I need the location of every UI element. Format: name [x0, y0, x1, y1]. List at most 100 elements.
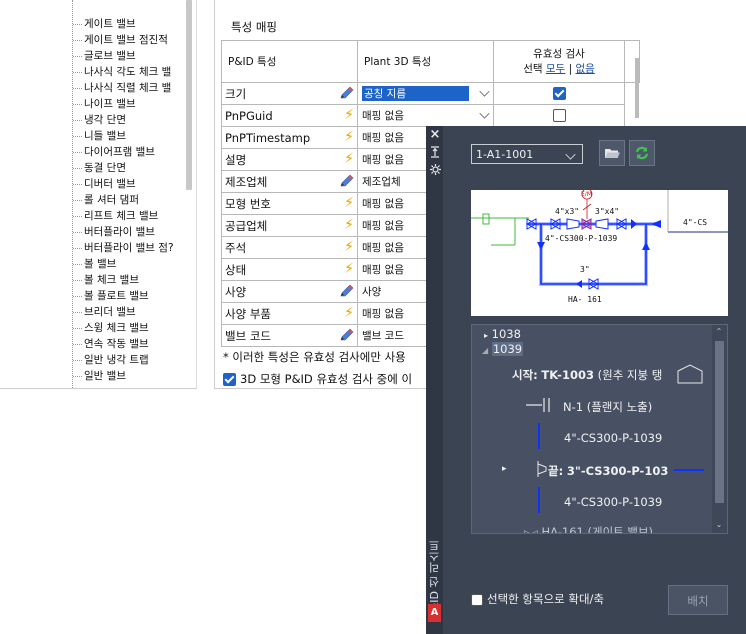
flow-arrow-icon: [537, 242, 545, 250]
panel-title: 특성 매핑: [231, 20, 277, 34]
scroll-thumb[interactable]: [715, 341, 724, 503]
list-scrollbar[interactable]: ⌃ ⌄: [712, 325, 727, 533]
valve-tag-label: HA- 161: [568, 295, 602, 304]
refresh-icon: [635, 146, 649, 160]
zoom-to-selection-option[interactable]: 선택한 항목으로 확대/축: [471, 591, 604, 607]
tank-icon: [677, 364, 703, 384]
validation-option-checkbox[interactable]: [223, 373, 236, 386]
tree-item[interactable]: 디버터 밸브: [73, 176, 136, 192]
table-scrollbar[interactable]: [635, 58, 639, 118]
flange-row[interactable]: N-1 (플랜지 노출): [563, 399, 652, 415]
autohide-icon[interactable]: [429, 146, 441, 161]
validation-checkbox[interactable]: [552, 87, 566, 101]
tree-item[interactable]: 버터플라이 밸브: [73, 224, 155, 240]
flow-arrow-icon: [576, 280, 582, 288]
flange-icon: [526, 398, 550, 412]
pid-property-label: PnPTimestamp: [225, 130, 311, 145]
tree-item[interactable]: 스윙 체크 밸브: [73, 320, 149, 336]
tree-item[interactable]: 볼 플로트 밸브: [73, 288, 149, 304]
scroll-up-icon[interactable]: ⌃: [714, 328, 724, 336]
lightning-icon: ⚡: [344, 129, 354, 145]
symbol-tree: 게이트 밸브 게이트 밸브 점진적 글로브 밸브 나사식 각도 체크 밸 나사식 직렬 …: [0, 0, 197, 389]
reducer-symbol: [566, 218, 580, 230]
tree-item[interactable]: 나사식 각도 체크 밸: [72, 64, 171, 80]
plant3d-property-value: 매핑 없음: [362, 308, 404, 320]
select-all-link[interactable]: 모두: [546, 63, 565, 75]
plant3d-property-value: 매핑 없음: [362, 264, 404, 276]
end-label: 끝:: [548, 464, 564, 478]
tree-item[interactable]: 다이어프램 밸브: [73, 144, 155, 160]
tree-item[interactable]: 동결 단면: [73, 160, 126, 176]
zoom-to-selection-label: 선택한 항목으로 확대/축: [487, 592, 604, 606]
column-header-plant3d: Plant 3D 특성: [357, 40, 494, 83]
plant3d-property-cell[interactable]: 공칭 지름: [357, 82, 494, 105]
pid-property-cell: 공급업체 ⚡: [221, 214, 358, 237]
end-value: 3"-CS300-P-103: [566, 464, 669, 478]
lightning-icon: ⚡: [344, 217, 354, 233]
line-number-combo[interactable]: 1-A1-1001: [471, 144, 583, 164]
line-list[interactable]: ▸ 1038 ◢ 1039 시작: TK-1003 (원추 지붕 탱 N-1 (…: [471, 324, 728, 534]
expand-arrow-icon[interactable]: ▸: [502, 464, 507, 474]
select-none-link[interactable]: 없음: [575, 63, 594, 75]
separator: |: [568, 62, 573, 75]
pid-property-label: PnPGuid: [225, 108, 273, 123]
pencil-icon: [340, 86, 354, 99]
tree-item[interactable]: 나이프 밸브: [73, 96, 136, 112]
tree-item[interactable]: 냉각 단면: [73, 112, 126, 128]
list-item-selected[interactable]: ◢ 1039: [482, 342, 524, 356]
table-row[interactable]: PnPGuid ⚡ 매핑 없음: [221, 104, 640, 127]
close-icon[interactable]: ×: [429, 128, 441, 141]
plant3d-property-value: 매핑 없음: [362, 198, 404, 210]
palette-titlebar[interactable]: × P&ID 선 리스트 A: [426, 126, 443, 634]
segment-row[interactable]: 4"-CS300-P-1039: [564, 431, 662, 445]
lightning-icon: ⚡: [344, 151, 354, 167]
validation-cell[interactable]: [493, 104, 625, 127]
list-item[interactable]: ▸ 1038: [484, 327, 521, 341]
tree-item[interactable]: 나사식 직렬 체크 밸: [72, 80, 171, 96]
tree-item[interactable]: 버터플라이 밸브 점?: [73, 240, 174, 256]
list-item-label: 1038: [491, 327, 521, 341]
end-row[interactable]: 끝: 3"-CS300-P-103: [548, 463, 668, 479]
chevron-down-icon[interactable]: [479, 86, 490, 97]
tree-item[interactable]: 게이트 밸브: [73, 16, 136, 32]
start-row[interactable]: 시작: TK-1003 (원추 지붕 탱: [512, 367, 662, 383]
pid-property-cell: 크기: [221, 82, 358, 105]
refresh-button[interactable]: [629, 140, 655, 166]
plant3d-property-cell[interactable]: 매핑 없음: [357, 104, 494, 127]
open-folder-button[interactable]: [599, 140, 625, 166]
tree-item[interactable]: 니들 밸브: [73, 128, 126, 144]
preview-green-box: [482, 213, 490, 225]
pid-property-cell: 주석 ⚡: [221, 236, 358, 259]
tree-scrollbar[interactable]: [186, 0, 192, 190]
segment-row[interactable]: 4"-CS300-P-1039: [564, 495, 662, 509]
tree-item[interactable]: 일반 밸브: [73, 368, 126, 384]
pid-line-list-palette: × P&ID 선 리스트 A 1-A1-1001 E/M 4"x3" 3"x4"…: [426, 126, 746, 634]
tree-item[interactable]: 글로브 밸브: [73, 48, 136, 64]
tree-item[interactable]: 게이트 밸브 점진적: [73, 32, 168, 48]
place-button[interactable]: 배치: [668, 585, 728, 615]
partial-item-label: HA-161 (게이트 밸브): [541, 525, 654, 534]
tree-line: [72, 0, 73, 388]
highlighted-line: [527, 223, 657, 285]
validation-checkbox[interactable]: [552, 109, 566, 123]
chevron-down-icon[interactable]: [479, 108, 490, 119]
app-logo-icon: A: [428, 604, 441, 622]
pid-property-cell: 사양 부품 ⚡: [221, 302, 358, 325]
table-row[interactable]: 크기 공칭 지름: [221, 82, 640, 105]
tree-item[interactable]: 연속 작동 밸브: [73, 336, 149, 352]
validation-select-label: 선택: [523, 62, 543, 75]
tree-item[interactable]: 롤 셔터 댐퍼: [73, 192, 139, 208]
tree-item[interactable]: 브리더 밸브: [73, 304, 136, 320]
tree-item[interactable]: 일반 냉각 트랩: [73, 352, 149, 368]
column-header-pid: P&ID 특성: [221, 40, 358, 83]
validation-option[interactable]: 3D 모형 P&ID 유효성 검사 중에 이: [223, 371, 412, 387]
list-item-partial[interactable]: ▷◁ HA-161 (게이트 밸브): [524, 524, 654, 534]
lightning-icon: ⚡: [344, 305, 354, 321]
zoom-to-selection-checkbox[interactable]: [471, 593, 483, 606]
validation-cell[interactable]: [493, 82, 625, 105]
tree-item[interactable]: 볼 밸브: [72, 256, 116, 272]
scroll-down-icon[interactable]: ⌄: [714, 521, 724, 529]
properties-icon[interactable]: [429, 164, 441, 178]
tree-item[interactable]: 리프트 체크 밸브: [72, 208, 158, 224]
tree-item[interactable]: 볼 체크 밸브: [73, 272, 139, 288]
